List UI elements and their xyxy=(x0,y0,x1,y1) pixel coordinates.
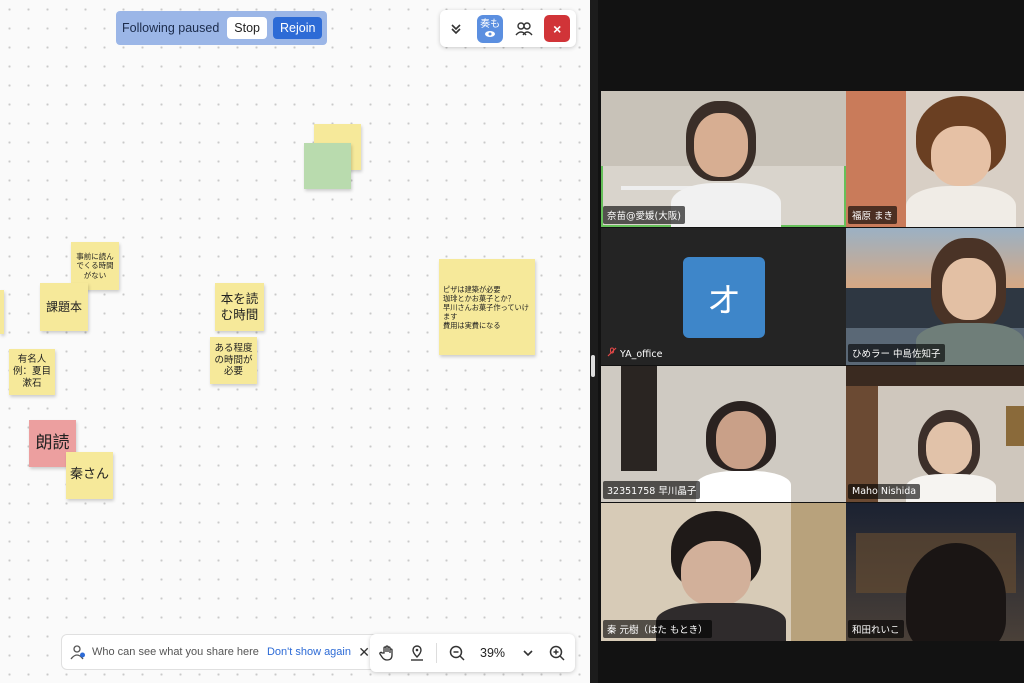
stop-button[interactable]: Stop xyxy=(227,17,268,39)
collapse-icon[interactable] xyxy=(446,18,467,40)
video-tile[interactable]: ひめラー 中島佐知子 xyxy=(846,228,1024,365)
participant-name: 和田れいこ xyxy=(848,620,904,638)
video-tile[interactable]: 福原 まき xyxy=(846,91,1024,227)
participant-avatar: オ xyxy=(683,257,765,338)
video-tile[interactable]: 秦 元樹（はた もとき） xyxy=(601,503,846,641)
muted-mic-icon xyxy=(607,347,617,357)
divider xyxy=(436,643,438,663)
locate-icon[interactable] xyxy=(405,641,428,665)
video-tile[interactable]: 奈苗@愛媛(大阪) xyxy=(601,91,846,227)
sticky-note[interactable] xyxy=(0,290,4,334)
follow-banner: Following paused Stop Rejoin xyxy=(116,11,327,45)
zoom-out-icon[interactable] xyxy=(445,641,468,665)
dont-show-again-link[interactable]: Don't show again xyxy=(267,646,351,658)
sticky-note[interactable]: 有名人例：夏目漱石 xyxy=(9,349,55,395)
video-tile[interactable]: 32351758 早川晶子 xyxy=(601,366,846,502)
dismiss-hint-button[interactable]: ✕ xyxy=(358,644,370,661)
participant-name: YA_office xyxy=(620,349,663,360)
participant-name: 福原 まき xyxy=(848,206,898,224)
follow-status: Following paused xyxy=(122,21,220,35)
zoom-in-icon[interactable] xyxy=(546,641,569,665)
zoom-level[interactable]: 39% xyxy=(474,646,511,660)
viewer-avatar[interactable]: 奏も xyxy=(476,14,504,43)
top-toolbar: 奏も × xyxy=(440,10,576,47)
participant-name: Maho Nishida xyxy=(848,484,921,499)
participant-name: 32351758 早川晶子 xyxy=(603,481,701,499)
sticky-note[interactable]: ある程度の時間が必要 xyxy=(210,337,257,384)
sticky-note[interactable]: 秦さん xyxy=(66,452,113,499)
rejoin-button[interactable]: Rejoin xyxy=(273,17,323,39)
panel-splitter[interactable] xyxy=(590,0,598,683)
hand-tool-icon[interactable] xyxy=(376,641,399,665)
participant-name-row: YA_office xyxy=(603,345,666,362)
video-tile[interactable]: 和田れいこ xyxy=(846,503,1024,641)
participants-icon[interactable] xyxy=(513,18,534,40)
participant-name: 秦 元樹（はた もとき） xyxy=(603,620,712,638)
eye-icon xyxy=(485,30,496,37)
participant-name: ひめラー 中島佐知子 xyxy=(848,344,945,362)
close-button[interactable]: × xyxy=(544,15,570,42)
sticky-note[interactable] xyxy=(304,143,351,189)
share-hint-text: Who can see what you share here xyxy=(92,646,259,658)
share-hint-bar: Who can see what you share here Don't sh… xyxy=(61,634,379,670)
viewer-initials: 奏も xyxy=(480,18,501,30)
chevron-down-icon[interactable] xyxy=(517,641,540,665)
video-tile[interactable]: オ YA_office xyxy=(601,228,846,365)
sticky-note[interactable]: 本を読む時間 xyxy=(215,283,264,331)
visibility-icon xyxy=(70,645,85,660)
participant-name: 奈苗@愛媛(大阪) xyxy=(603,206,685,224)
sticky-note[interactable]: ピザは建築が必要 珈琲とかお菓子とか？ 早川さんお菓子作っていけます 費用は実費… xyxy=(439,259,535,355)
whiteboard-canvas[interactable]: 事前に読んでくる時間がない 課題本 本を読む時間 ある程度の時間が必要 有名人例… xyxy=(0,0,590,683)
zoom-toolbar: 39% xyxy=(370,634,575,672)
sticky-note[interactable]: 課題本 xyxy=(40,283,88,331)
video-tile[interactable]: Maho Nishida xyxy=(846,366,1024,502)
splitter-handle[interactable] xyxy=(591,355,595,377)
